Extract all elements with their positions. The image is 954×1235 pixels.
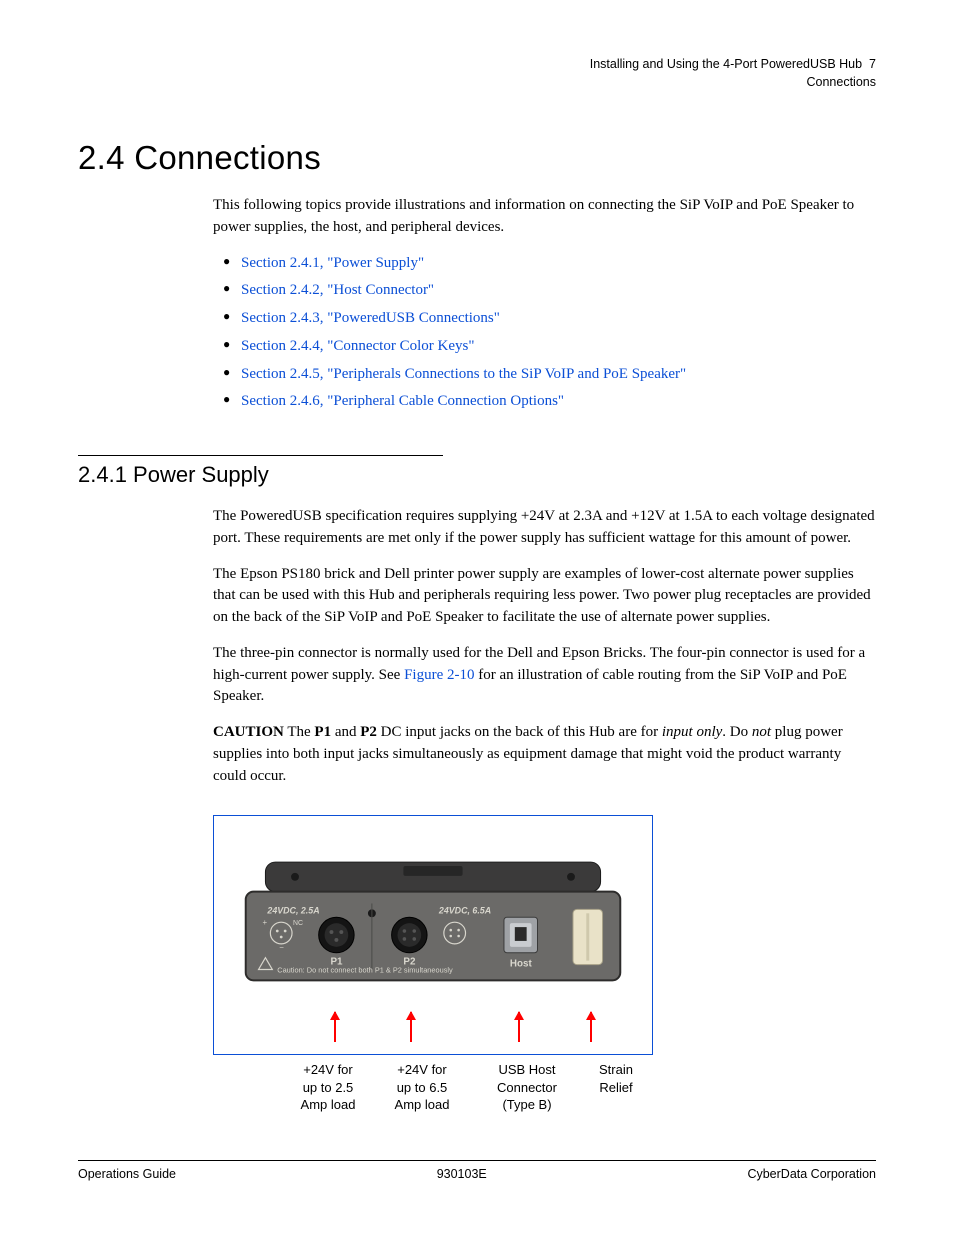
svg-text:−: − xyxy=(279,943,284,952)
paragraph: The three-pin connector is normally used… xyxy=(213,643,876,708)
figure-border: 24VDC, 2.5A + NC − P1 P2 xyxy=(213,815,653,1055)
svg-text:Host: Host xyxy=(510,959,533,970)
svg-text:NC: NC xyxy=(293,920,303,927)
xref-link[interactable]: Section 2.4.5, "Peripherals Connections … xyxy=(241,366,686,382)
footer-right: CyberData Corporation xyxy=(747,1167,876,1181)
section-intro-block: This following topics provide illustrati… xyxy=(213,195,876,413)
xref-link[interactable]: Section 2.4.6, "Peripheral Cable Connect… xyxy=(241,393,564,409)
xref-link[interactable]: Section 2.4.2, "Host Connector" xyxy=(241,282,434,298)
xref-link[interactable]: Section 2.4.3, "PoweredUSB Connections" xyxy=(241,310,500,326)
figure: 24VDC, 2.5A + NC − P1 P2 xyxy=(213,815,653,1114)
footer-left: Operations Guide xyxy=(78,1167,176,1181)
subsection-body: The PoweredUSB specification requires su… xyxy=(213,506,876,787)
svg-text:24VDC, 6.5A: 24VDC, 6.5A xyxy=(438,906,491,916)
xref-link[interactable]: Section 2.4.4, "Connector Color Keys" xyxy=(241,338,474,354)
caution-label: CAUTION xyxy=(213,724,284,740)
toc-item: Section 2.4.3, "PoweredUSB Connections" xyxy=(227,308,876,330)
header-page-number: 7 xyxy=(869,57,876,71)
figure-callouts: +24V forup to 2.5Amp load +24V forup to … xyxy=(213,1061,653,1114)
callout-label: USB HostConnector(Type B) xyxy=(477,1061,577,1114)
svg-text:Caution: Do not connect both P: Caution: Do not connect both P1 & P2 sim… xyxy=(277,966,453,975)
intro-paragraph: This following topics provide illustrati… xyxy=(213,195,876,239)
callout-arrow-icon xyxy=(590,1012,592,1042)
toc-item: Section 2.4.1, "Power Supply" xyxy=(227,253,876,275)
subsection-heading: 2.4.1 Power Supply xyxy=(78,462,876,488)
toc-item: Section 2.4.5, "Peripherals Connections … xyxy=(227,364,876,386)
callout-label: StrainRelief xyxy=(581,1061,651,1114)
section-heading: 2.4 Connections xyxy=(78,139,876,177)
footer-rule xyxy=(78,1160,876,1161)
toc-item: Section 2.4.6, "Peripheral Cable Connect… xyxy=(227,391,876,413)
header-title: Installing and Using the 4-Port PoweredU… xyxy=(590,57,862,71)
callout-label: +24V forup to 2.5Amp load xyxy=(281,1061,375,1114)
toc-item: Section 2.4.2, "Host Connector" xyxy=(227,280,876,302)
caution-paragraph: CAUTION The P1 and P2 DC input jacks on … xyxy=(213,722,876,787)
footer-center: 930103E xyxy=(437,1167,487,1181)
xref-link[interactable]: Section 2.4.1, "Power Supply" xyxy=(241,255,424,271)
paragraph: The PoweredUSB specification requires su… xyxy=(213,506,876,550)
toc-item: Section 2.4.4, "Connector Color Keys" xyxy=(227,336,876,358)
callout-label: +24V forup to 6.5Amp load xyxy=(375,1061,469,1114)
paragraph: The Epson PS180 brick and Dell printer p… xyxy=(213,564,876,629)
callout-arrow-icon xyxy=(410,1012,412,1042)
callout-arrow-icon xyxy=(334,1012,336,1042)
subsection-rule xyxy=(78,455,443,456)
callout-arrow-icon xyxy=(518,1012,520,1042)
page-footer: Operations Guide 930103E CyberData Corpo… xyxy=(78,1160,876,1181)
header-section: Connections xyxy=(807,75,877,89)
svg-text:+: + xyxy=(262,918,267,927)
svg-text:24VDC, 2.5A: 24VDC, 2.5A xyxy=(266,906,319,916)
hub-photo-illustration: 24VDC, 2.5A + NC − P1 P2 xyxy=(226,855,640,1015)
running-header: Installing and Using the 4-Port PoweredU… xyxy=(78,56,876,91)
toc-list: Section 2.4.1, "Power Supply" Section 2.… xyxy=(213,253,876,414)
figure-xref-link[interactable]: Figure 2-10 xyxy=(404,667,474,683)
